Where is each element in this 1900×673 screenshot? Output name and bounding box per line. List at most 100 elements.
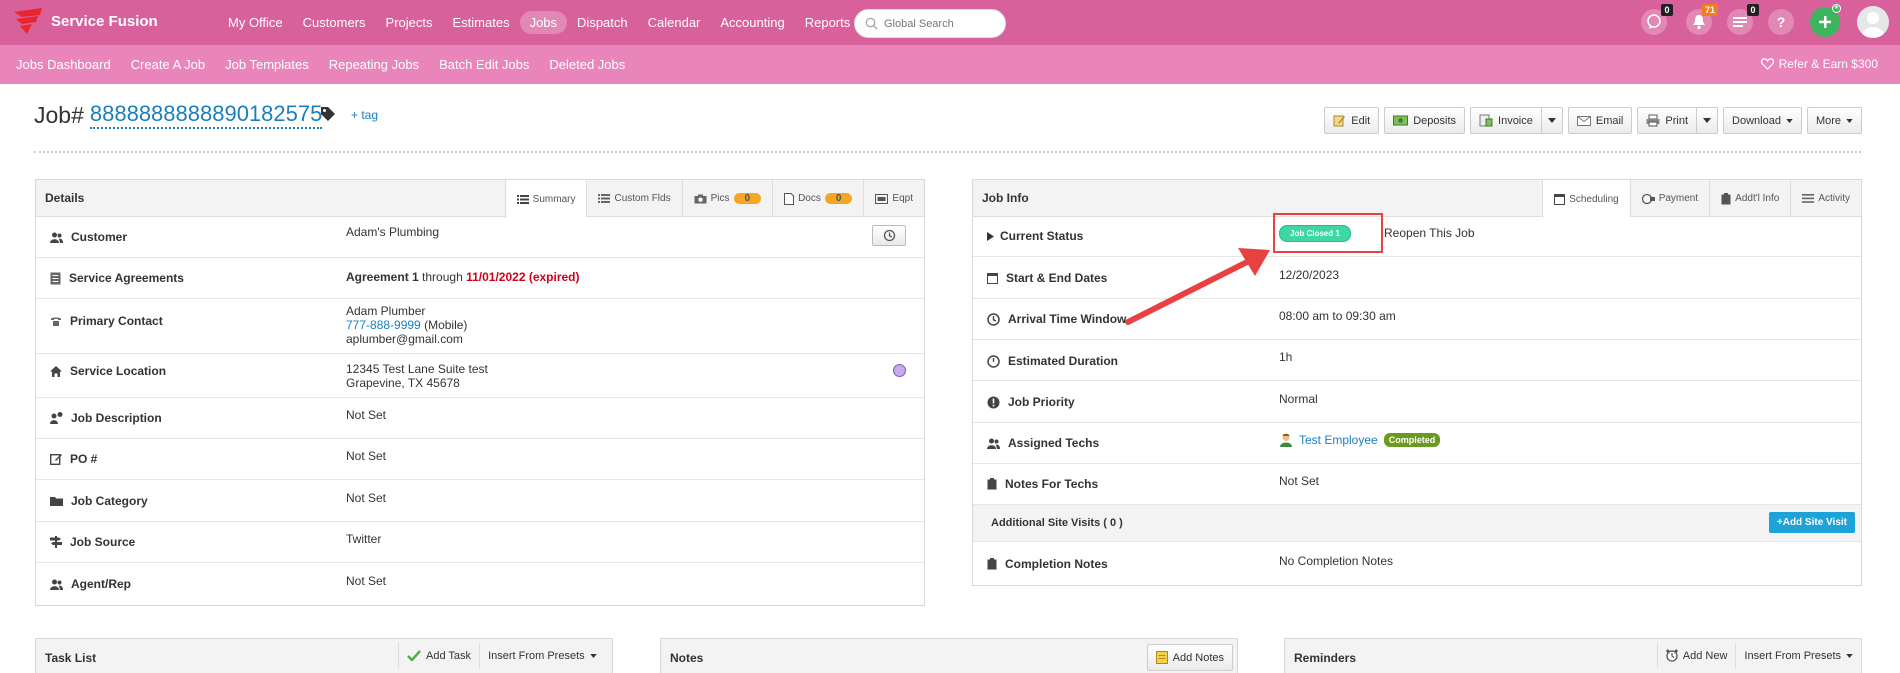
notifications-button[interactable]: 71 bbox=[1686, 4, 1718, 35]
subnav-item-create-a-job[interactable]: Create A Job bbox=[131, 57, 205, 72]
tab-payment[interactable]: Payment bbox=[1629, 180, 1709, 217]
map-marker-icon[interactable] bbox=[893, 364, 906, 377]
download-button[interactable]: Download bbox=[1723, 107, 1802, 134]
job-source-label: Job Source bbox=[50, 535, 135, 549]
service-fusion-logo-icon bbox=[14, 8, 42, 34]
task-list-panel: Task List Add Task Insert From Presets bbox=[35, 638, 613, 673]
user-speech-icon bbox=[50, 412, 63, 424]
document-icon bbox=[784, 192, 795, 205]
add-task-button[interactable]: Add Task bbox=[398, 642, 479, 669]
caret-down-icon bbox=[1786, 118, 1793, 123]
reopen-job-link[interactable]: Reopen This Job bbox=[1384, 226, 1475, 240]
nav-item-reports[interactable]: Reports bbox=[795, 11, 861, 34]
tab-custom-fields[interactable]: Custom Flds bbox=[586, 180, 681, 217]
sub-nav-items: Jobs Dashboard Create A Job Job Templates R… bbox=[16, 57, 625, 72]
invoice-dropdown[interactable] bbox=[1541, 107, 1563, 134]
alerts-count-badge: 71 bbox=[1701, 4, 1718, 16]
assigned-tech-value: Test Employee Completed bbox=[1279, 433, 1441, 447]
printer-icon bbox=[1646, 114, 1660, 127]
nav-item-dispatch[interactable]: Dispatch bbox=[567, 11, 638, 34]
nav-item-calendar[interactable]: Calendar bbox=[638, 11, 711, 34]
details-panel-header: Details Summary Custom Flds Pics 0 Docs 0 … bbox=[36, 180, 924, 218]
tasks-button[interactable]: 0 bbox=[1727, 4, 1759, 35]
reminders-panel: Reminders Add New Insert From Presets bbox=[1284, 638, 1862, 673]
print-button[interactable]: Print bbox=[1637, 107, 1698, 134]
plus-icon bbox=[1819, 16, 1831, 28]
nav-item-my-office[interactable]: My Office bbox=[218, 11, 293, 34]
jobs-sub-nav: Jobs Dashboard Create A Job Job Templates R… bbox=[0, 45, 1900, 84]
subnav-item-batch-edit-jobs[interactable]: Batch Edit Jobs bbox=[439, 57, 529, 72]
refer-earn-link[interactable]: Refer & Earn $300 bbox=[1760, 57, 1878, 71]
po-row: PO # Not Set bbox=[36, 439, 924, 480]
subnav-item-deleted-jobs[interactable]: Deleted Jobs bbox=[549, 57, 625, 72]
nav-item-jobs[interactable]: Jobs bbox=[519, 11, 568, 34]
tech-completed-badge: Completed bbox=[1383, 433, 1441, 447]
subnav-item-repeating-jobs[interactable]: Repeating Jobs bbox=[329, 57, 419, 72]
nav-item-estimates[interactable]: Estimates bbox=[443, 11, 520, 34]
add-new-button[interactable]: ★ bbox=[1810, 4, 1841, 37]
contact-phone-line: 777-888-9999 (Mobile) bbox=[346, 318, 467, 332]
current-status-label[interactable]: Current Status bbox=[987, 229, 1083, 243]
global-search[interactable] bbox=[854, 9, 1006, 38]
location-line1[interactable]: 12345 Test Lane Suite test bbox=[346, 362, 488, 376]
nav-item-projects[interactable]: Projects bbox=[376, 11, 443, 34]
users-icon bbox=[50, 232, 63, 243]
chat-button[interactable]: 0 bbox=[1641, 4, 1673, 35]
add-tag-link[interactable]: + tag bbox=[351, 108, 378, 122]
pics-count-badge: 0 bbox=[733, 193, 762, 204]
task-presets-dropdown[interactable]: Insert From Presets bbox=[479, 642, 605, 669]
reminder-presets-dropdown[interactable]: Insert From Presets bbox=[1735, 642, 1861, 669]
customer-link[interactable]: Adam's Plumbing bbox=[346, 225, 439, 239]
add-notes-button[interactable]: Add Notes bbox=[1146, 644, 1233, 671]
service-agreements-label: Service Agreements bbox=[50, 271, 184, 285]
job-number[interactable]: 8888888888890182575 bbox=[89, 101, 323, 129]
tab-additional-info[interactable]: Addt'l Info bbox=[1709, 180, 1790, 217]
customer-history-button[interactable] bbox=[872, 225, 906, 246]
location-line2[interactable]: Grapevine, TX 45678 bbox=[346, 376, 460, 390]
subnav-item-job-templates[interactable]: Job Templates bbox=[225, 57, 309, 72]
email-button[interactable]: Email bbox=[1567, 107, 1633, 134]
nav-item-accounting[interactable]: Accounting bbox=[710, 11, 794, 34]
list-icon bbox=[1802, 194, 1815, 203]
tab-summary[interactable]: Summary bbox=[504, 180, 587, 218]
details-tabs: Summary Custom Flds Pics 0 Docs 0 Eqpt bbox=[504, 180, 924, 218]
agent-rep-value: Not Set bbox=[346, 574, 387, 588]
job-category-label: Job Category bbox=[50, 494, 148, 508]
tab-pics[interactable]: Pics 0 bbox=[681, 180, 772, 217]
clock-icon bbox=[987, 354, 1000, 368]
deposits-button[interactable]: Deposits bbox=[1384, 107, 1466, 134]
notes-for-techs-row: Notes For Techs Not Set bbox=[973, 464, 1861, 505]
edit-button[interactable]: Edit bbox=[1324, 107, 1380, 134]
annotation-arrow-icon bbox=[1125, 248, 1270, 325]
tag-icon[interactable] bbox=[320, 106, 336, 122]
print-dropdown[interactable] bbox=[1697, 107, 1719, 134]
user-avatar[interactable] bbox=[1857, 6, 1889, 38]
nav-item-customers[interactable]: Customers bbox=[293, 11, 376, 34]
tab-docs[interactable]: Docs 0 bbox=[772, 180, 863, 217]
job-description-label: Job Description bbox=[50, 411, 162, 425]
app-logo[interactable]: Service Fusion bbox=[12, 6, 158, 36]
additional-site-visits-label: Additional Site Visits ( 0 ) bbox=[991, 517, 1123, 529]
global-search-input[interactable] bbox=[884, 17, 994, 30]
invoice-button[interactable]: Invoice bbox=[1470, 107, 1542, 134]
document-icon bbox=[50, 272, 61, 284]
contact-phone[interactable]: 777-888-9999 bbox=[346, 318, 421, 332]
contact-phone-type: (Mobile) bbox=[424, 318, 468, 332]
job-description-row: Job Description Not Set bbox=[36, 398, 924, 439]
tech-name-link[interactable]: Test Employee bbox=[1299, 433, 1378, 447]
invoice-icon bbox=[1479, 114, 1493, 127]
help-button[interactable]: ? bbox=[1768, 9, 1794, 35]
more-button[interactable]: More bbox=[1806, 107, 1862, 134]
clipboard-icon bbox=[1721, 192, 1731, 204]
tab-activity[interactable]: Activity bbox=[1790, 180, 1861, 217]
add-site-visit-button[interactable]: +Add Site Visit bbox=[1768, 512, 1855, 533]
contact-email[interactable]: aplumber@gmail.com bbox=[346, 332, 463, 346]
divider bbox=[34, 151, 1861, 153]
add-reminder-button[interactable]: Add New bbox=[1656, 642, 1736, 669]
equipment-icon bbox=[875, 193, 889, 204]
tab-scheduling[interactable]: Scheduling bbox=[1542, 180, 1630, 218]
clipboard-icon bbox=[987, 558, 997, 570]
tab-equipment[interactable]: Eqpt bbox=[863, 180, 924, 217]
subnav-item-jobs-dashboard[interactable]: Jobs Dashboard bbox=[16, 57, 111, 72]
start-end-dates-label: Start & End Dates bbox=[987, 271, 1107, 285]
